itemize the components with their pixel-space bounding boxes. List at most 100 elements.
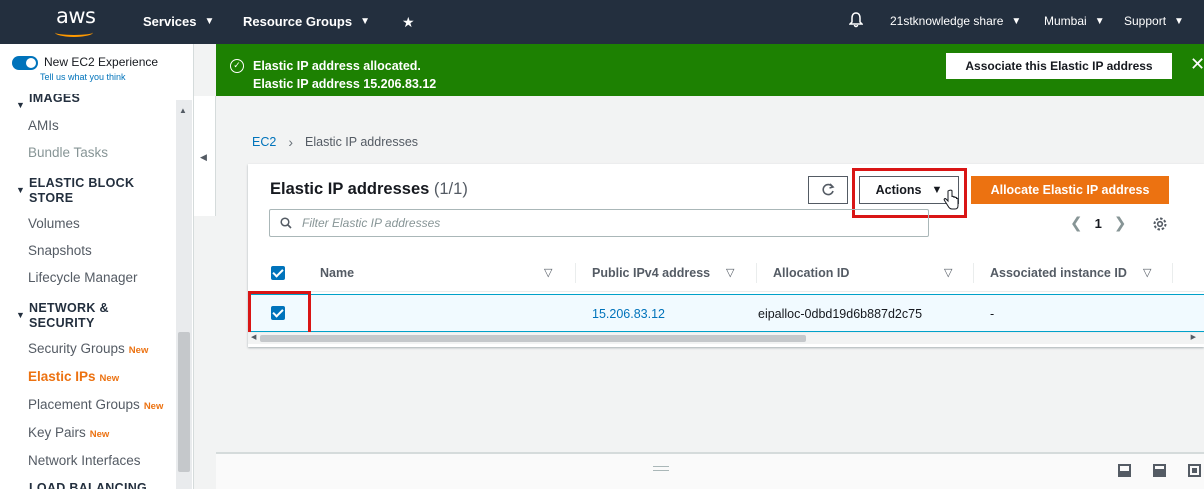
page-number[interactable]: 1: [1095, 216, 1102, 231]
new-badge: New: [128, 345, 149, 356]
breadcrumb: EC2 › Elastic IP addresses: [252, 134, 418, 150]
column-header-name[interactable]: Name: [320, 266, 354, 280]
select-all-checkbox[interactable]: [271, 266, 285, 280]
account-label: 21stknowledge share: [890, 14, 1004, 28]
services-menu[interactable]: Services ▼: [143, 14, 214, 29]
new-badge: New: [89, 429, 110, 440]
new-badge: New: [99, 373, 120, 384]
sort-icon[interactable]: ▽: [1143, 266, 1151, 279]
column-header-public-ipv4[interactable]: Public IPv4 address: [592, 266, 710, 280]
sidebar-item-snapshots[interactable]: Snapshots: [28, 243, 92, 258]
sidebar-scrollbar[interactable]: ▲: [176, 100, 192, 489]
horizontal-scroll-thumb[interactable]: [260, 335, 806, 342]
cell-allocation-id: eipalloc-0dbd19d6b887d2c75: [758, 307, 923, 321]
region-label: Mumbai: [1044, 14, 1087, 28]
chevron-right-icon: ›: [288, 134, 293, 150]
top-navigation: aws Services ▼ Resource Groups ▼ ★ 21stk…: [0, 0, 1204, 44]
column-divider[interactable]: [575, 263, 576, 283]
new-experience-label: New EC2 Experience: [44, 55, 159, 69]
sidebar-item-bundle-tasks[interactable]: Bundle Tasks: [28, 145, 108, 160]
sidebar-item-elastic-ips[interactable]: Elastic IPs New: [28, 369, 119, 384]
chevron-left-icon[interactable]: ❮: [1070, 214, 1083, 232]
chevron-right-icon[interactable]: ❯: [1114, 214, 1127, 232]
resource-groups-label: Resource Groups: [243, 14, 353, 29]
sidebar-collapse-handle[interactable]: ◀: [194, 96, 216, 216]
chevron-down-icon: ▼: [204, 16, 215, 27]
refresh-button[interactable]: [808, 176, 848, 204]
sidebar-item-label: Elastic IPs: [28, 369, 96, 384]
toggle-switch[interactable]: [12, 56, 38, 70]
sidebar-item-label: Security Groups: [28, 341, 125, 356]
section-elastic-block-store[interactable]: ▼ ELASTIC BLOCK STORE: [16, 176, 134, 206]
section-ebs-label-2: STORE: [29, 191, 74, 205]
sidebar-item-volumes[interactable]: Volumes: [28, 216, 80, 231]
sidebar-scroll-thumb[interactable]: [178, 332, 190, 472]
sidebar: New EC2 Experience Tell us what you thin…: [0, 44, 194, 489]
new-badge: New: [143, 401, 164, 412]
chevron-down-icon: ▼: [1174, 15, 1184, 27]
sort-icon[interactable]: ▽: [726, 266, 734, 279]
split-panel-bar[interactable]: [216, 452, 1204, 489]
section-images[interactable]: ▼ IMAGES: [16, 94, 80, 110]
column-divider[interactable]: [1172, 263, 1173, 283]
account-menu[interactable]: 21stknowledge share ▼: [890, 14, 1021, 28]
scroll-right-icon[interactable]: ▶: [1191, 333, 1196, 341]
table-horizontal-scrollbar[interactable]: ◀ ▶: [248, 332, 1204, 344]
column-divider[interactable]: [973, 263, 974, 283]
refresh-icon: [822, 183, 835, 196]
support-label: Support: [1124, 14, 1167, 28]
caret-left-icon: ◀: [200, 152, 207, 162]
close-icon[interactable]: ✕: [1190, 54, 1204, 75]
pane-half-icon[interactable]: [1153, 464, 1166, 477]
pin-icon[interactable]: ★: [402, 14, 415, 31]
hand-cursor-icon: [943, 189, 959, 210]
pane-bottom-icon[interactable]: [1118, 464, 1131, 477]
aws-logo-text: aws: [56, 4, 96, 28]
sidebar-item-lifecycle-manager[interactable]: Lifecycle Manager: [28, 270, 138, 285]
column-header-allocation-id[interactable]: Allocation ID: [773, 266, 849, 280]
aws-logo[interactable]: aws: [50, 4, 100, 38]
column-header-instance-id[interactable]: Associated instance ID: [990, 266, 1127, 280]
chevron-down-icon: ▼: [1094, 15, 1105, 27]
section-load-balancing[interactable]: ▼ LOAD BALANCING: [16, 481, 147, 489]
breadcrumb-ec2-link[interactable]: EC2: [252, 135, 276, 149]
sidebar-item-placement-groups[interactable]: Placement Groups New: [28, 397, 163, 412]
caret-down-icon: ▼: [16, 100, 26, 110]
pane-full-icon[interactable]: [1188, 464, 1201, 477]
sidebar-item-amis[interactable]: AMIs: [28, 118, 59, 133]
scroll-left-icon[interactable]: ◀: [251, 333, 256, 341]
drag-handle-icon[interactable]: [653, 466, 669, 471]
chevron-down-icon: ▼: [360, 16, 370, 27]
cell-public-ipv4[interactable]: 15.206.83.12: [592, 307, 665, 321]
check-circle-icon: ✓: [230, 59, 244, 73]
banner-title: Elastic IP address allocated.: [253, 59, 421, 73]
sidebar-item-network-interfaces[interactable]: Network Interfaces: [28, 453, 141, 468]
selection-count: (1/1): [433, 180, 468, 198]
caret-down-icon: ▼: [16, 185, 26, 195]
region-menu[interactable]: Mumbai ▼: [1044, 14, 1105, 28]
section-network-label-1: NETWORK &: [29, 301, 109, 315]
panel-title-text: Elastic IP addresses: [270, 180, 430, 198]
section-network-security[interactable]: ▼ NETWORK & SECURITY: [16, 301, 109, 331]
aws-smile-icon: [55, 28, 93, 37]
resource-groups-menu[interactable]: Resource Groups ▼: [243, 14, 370, 29]
filter-placeholder: Filter Elastic IP addresses: [302, 216, 441, 230]
gear-icon[interactable]: [1151, 215, 1169, 233]
sidebar-item-key-pairs[interactable]: Key Pairs New: [28, 425, 109, 440]
table-row[interactable]: 15.206.83.12 eipalloc-0dbd19d6b887d2c75 …: [248, 294, 1204, 332]
associate-eip-button[interactable]: Associate this Elastic IP address: [946, 53, 1172, 79]
sort-icon[interactable]: ▽: [944, 266, 952, 279]
success-banner: ✓ Elastic IP address allocated. Elastic …: [216, 44, 1204, 96]
allocate-eip-button[interactable]: Allocate Elastic IP address: [971, 176, 1169, 204]
column-divider[interactable]: [756, 263, 757, 283]
feedback-link[interactable]: Tell us what you think: [40, 72, 126, 82]
panel-title: Elastic IP addresses (1/1): [270, 180, 468, 199]
bell-icon[interactable]: [849, 12, 863, 28]
filter-input[interactable]: Filter Elastic IP addresses: [269, 209, 929, 237]
sidebar-item-label: Key Pairs: [28, 425, 86, 440]
scroll-up-icon[interactable]: ▲: [179, 106, 187, 115]
support-menu[interactable]: Support ▼: [1124, 14, 1184, 28]
sidebar-nav: ▼ IMAGES AMIs Bundle Tasks ▼ ELASTIC BLO…: [0, 94, 178, 489]
sidebar-item-security-groups[interactable]: Security Groups New: [28, 341, 148, 356]
sort-icon[interactable]: ▽: [544, 266, 552, 279]
